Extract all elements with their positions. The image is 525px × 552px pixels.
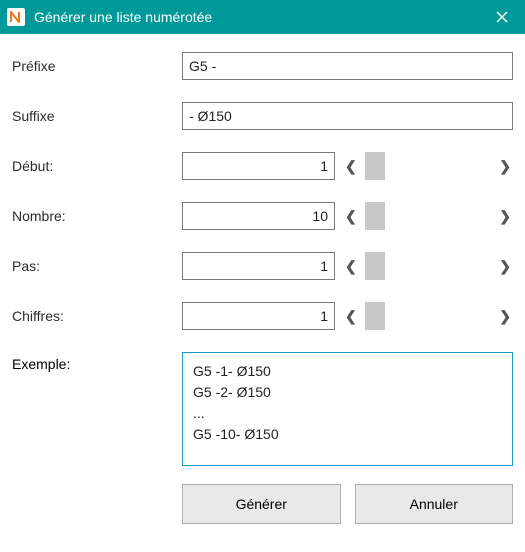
slider-track[interactable] (365, 152, 492, 180)
digits-slider[interactable]: ❮ ❯ (343, 302, 513, 330)
begin-row: Début: ❮ ❯ (12, 152, 513, 180)
digits-row: Chiffres: ❮ ❯ (12, 302, 513, 330)
cancel-button[interactable]: Annuler (355, 484, 514, 524)
chevron-right-icon[interactable]: ❯ (497, 258, 513, 275)
chevron-right-icon[interactable]: ❯ (497, 308, 513, 325)
begin-input[interactable] (182, 152, 335, 180)
example-output: G5 -1- Ø150 G5 -2- Ø150 ... G5 -10- Ø150 (182, 352, 513, 466)
example-label: Exemple: (12, 352, 182, 372)
dialog-content: Préfixe Suffixe Début: ❮ ❯ Nombre: ❮ ❯ P… (0, 34, 525, 536)
count-slider[interactable]: ❮ ❯ (343, 202, 513, 230)
step-input[interactable] (182, 252, 335, 280)
slider-track[interactable] (365, 302, 492, 330)
step-label: Pas: (12, 258, 182, 274)
close-icon (496, 11, 508, 23)
slider-thumb[interactable] (365, 152, 385, 180)
chevron-left-icon[interactable]: ❮ (343, 308, 359, 325)
step-row: Pas: ❮ ❯ (12, 252, 513, 280)
app-icon (6, 7, 26, 27)
prefix-input[interactable] (182, 52, 513, 80)
slider-thumb[interactable] (365, 302, 385, 330)
slider-thumb[interactable] (365, 202, 385, 230)
prefix-label: Préfixe (12, 58, 182, 74)
count-label: Nombre: (12, 208, 182, 224)
suffix-label: Suffixe (12, 108, 182, 124)
step-slider[interactable]: ❮ ❯ (343, 252, 513, 280)
count-input[interactable] (182, 202, 335, 230)
slider-thumb[interactable] (365, 252, 385, 280)
prefix-row: Préfixe (12, 52, 513, 80)
chevron-right-icon[interactable]: ❯ (497, 208, 513, 225)
begin-label: Début: (12, 158, 182, 174)
example-row: Exemple: G5 -1- Ø150 G5 -2- Ø150 ... G5 … (12, 352, 513, 466)
suffix-row: Suffixe (12, 102, 513, 130)
digits-input[interactable] (182, 302, 335, 330)
begin-slider[interactable]: ❮ ❯ (343, 152, 513, 180)
slider-track[interactable] (365, 202, 492, 230)
suffix-input[interactable] (182, 102, 513, 130)
generate-button[interactable]: Générer (182, 484, 341, 524)
slider-track[interactable] (365, 252, 492, 280)
titlebar: Générer une liste numérotée (0, 0, 525, 34)
digits-label: Chiffres: (12, 308, 182, 324)
chevron-left-icon[interactable]: ❮ (343, 258, 359, 275)
close-button[interactable] (479, 0, 525, 34)
window-title: Générer une liste numérotée (34, 9, 479, 25)
chevron-left-icon[interactable]: ❮ (343, 158, 359, 175)
button-bar: Générer Annuler (182, 484, 513, 524)
count-row: Nombre: ❮ ❯ (12, 202, 513, 230)
chevron-left-icon[interactable]: ❮ (343, 208, 359, 225)
chevron-right-icon[interactable]: ❯ (497, 158, 513, 175)
